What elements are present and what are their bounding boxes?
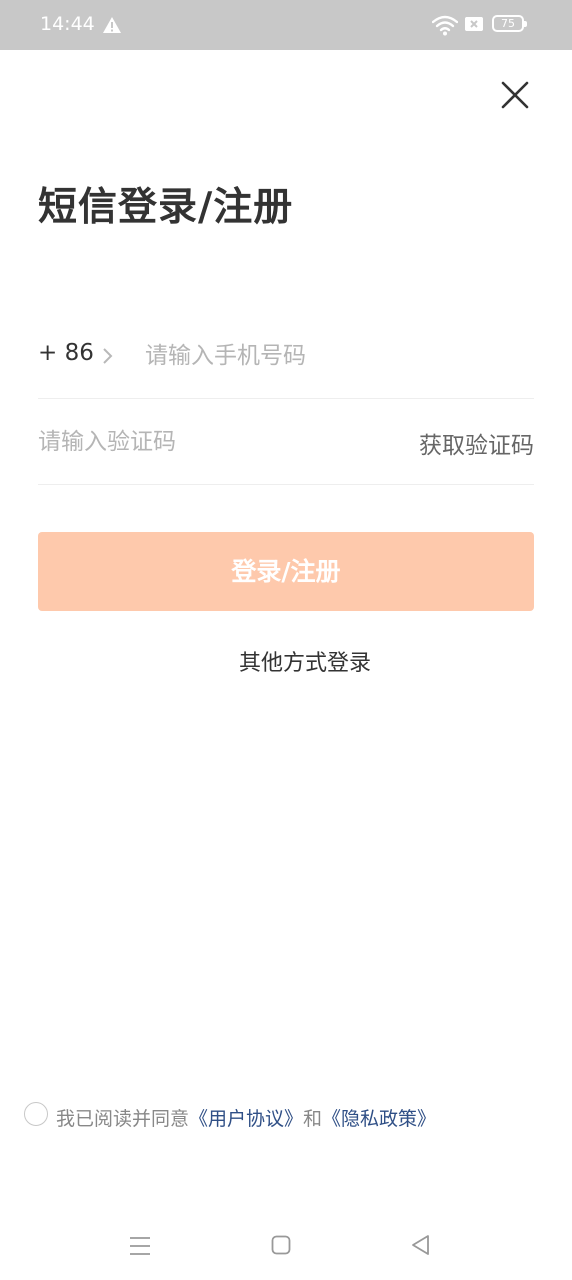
phone-input[interactable] <box>145 336 525 376</box>
agreement-prefix: 我已阅读并同意 <box>56 1108 190 1130</box>
system-nav-bar <box>0 1220 572 1280</box>
user-agreement-link[interactable]: 《用户协议》 <box>189 1108 303 1130</box>
wifi-icon <box>432 15 458 36</box>
menu-icon[interactable] <box>129 1235 151 1257</box>
battery-icon: 75 <box>492 15 527 32</box>
back-icon[interactable] <box>410 1234 432 1256</box>
agreement-text: 我已阅读并同意《用户协议》和《隐私政策》 <box>56 1104 436 1131</box>
status-bar: 14:44 75 <box>0 0 572 50</box>
chevron-right-icon[interactable] <box>101 345 115 367</box>
agree-checkbox[interactable] <box>24 1102 48 1126</box>
warning-icon <box>103 17 121 33</box>
agreement-and: 和 <box>303 1108 323 1130</box>
country-code-selector[interactable]: + 86 <box>38 340 94 366</box>
sim-icon <box>465 17 483 31</box>
close-icon[interactable] <box>496 76 534 114</box>
code-row: 获取验证码 <box>38 404 534 485</box>
get-code-button[interactable]: 获取验证码 <box>419 426 534 460</box>
status-time: 14:44 <box>40 13 95 35</box>
other-login-link[interactable]: 其他方式登录 <box>0 645 572 677</box>
page-title: 短信登录/注册 <box>38 185 294 230</box>
phone-row: + 86 <box>38 320 534 399</box>
verification-code-input[interactable] <box>38 422 368 462</box>
privacy-policy-link[interactable]: 《隐私政策》 <box>322 1108 436 1130</box>
login-register-button[interactable]: 登录/注册 <box>38 532 534 611</box>
battery-level: 75 <box>501 17 515 30</box>
home-icon[interactable] <box>271 1235 291 1255</box>
